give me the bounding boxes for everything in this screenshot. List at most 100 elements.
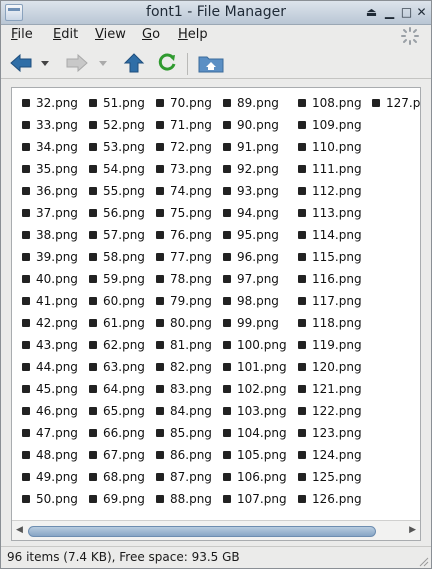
file-item[interactable]: 86.png	[148, 444, 212, 466]
file-item[interactable]: 51.png	[81, 92, 145, 114]
file-item[interactable]: 95.png	[215, 224, 279, 246]
file-item[interactable]: 91.png	[215, 136, 279, 158]
forward-button[interactable]	[65, 51, 89, 75]
file-item[interactable]: 53.png	[81, 136, 145, 158]
file-item[interactable]: 72.png	[148, 136, 212, 158]
close-icon[interactable]: ✕	[413, 4, 430, 21]
file-item[interactable]: 69.png	[81, 488, 145, 510]
file-item[interactable]: 83.png	[148, 378, 212, 400]
file-item[interactable]: 89.png	[215, 92, 279, 114]
file-item[interactable]: 59.png	[81, 268, 145, 290]
parent-folder-button[interactable]	[123, 51, 145, 75]
forward-history-dropdown[interactable]	[97, 51, 109, 75]
menu-edit[interactable]: Edit	[53, 27, 78, 42]
file-item[interactable]: 94.png	[215, 202, 279, 224]
scroll-right-icon[interactable]: ▶	[409, 525, 416, 535]
file-item[interactable]: 103.png	[215, 400, 287, 422]
horizontal-scrollbar[interactable]: ◀ ▶	[12, 520, 420, 540]
file-item[interactable]: 61.png	[81, 312, 145, 334]
file-item[interactable]: 116.png	[290, 268, 362, 290]
file-item[interactable]: 50.png	[14, 488, 78, 510]
file-item[interactable]: 97.png	[215, 268, 279, 290]
file-item[interactable]: 66.png	[81, 422, 145, 444]
resize-grip-icon[interactable]	[417, 555, 429, 567]
file-item[interactable]: 108.png	[290, 92, 362, 114]
file-item[interactable]: 75.png	[148, 202, 212, 224]
file-item[interactable]: 68.png	[81, 466, 145, 488]
file-item[interactable]: 74.png	[148, 180, 212, 202]
reload-button[interactable]	[156, 51, 178, 75]
file-item[interactable]: 101.png	[215, 356, 287, 378]
file-item[interactable]: 54.png	[81, 158, 145, 180]
file-item[interactable]: 117.png	[290, 290, 362, 312]
file-item[interactable]: 109.png	[290, 114, 362, 136]
file-item[interactable]: 73.png	[148, 158, 212, 180]
file-item[interactable]: 60.png	[81, 290, 145, 312]
file-item[interactable]: 47.png	[14, 422, 78, 444]
file-item[interactable]: 46.png	[14, 400, 78, 422]
file-item[interactable]: 114.png	[290, 224, 362, 246]
menu-go[interactable]: Go	[142, 27, 160, 42]
file-item[interactable]: 82.png	[148, 356, 212, 378]
menu-file[interactable]: File	[11, 27, 33, 42]
home-folder-button[interactable]	[198, 51, 224, 75]
file-item[interactable]: 90.png	[215, 114, 279, 136]
file-item[interactable]: 123.png	[290, 422, 362, 444]
file-item[interactable]: 48.png	[14, 444, 78, 466]
shade-window-icon[interactable]: ⏏	[363, 4, 380, 21]
file-item[interactable]: 49.png	[14, 466, 78, 488]
file-item[interactable]: 98.png	[215, 290, 279, 312]
file-item[interactable]: 70.png	[148, 92, 212, 114]
menu-help[interactable]: Help	[178, 27, 208, 42]
file-item[interactable]: 57.png	[81, 224, 145, 246]
file-item[interactable]: 102.png	[215, 378, 287, 400]
file-item[interactable]: 126.png	[290, 488, 362, 510]
file-item[interactable]: 55.png	[81, 180, 145, 202]
file-item[interactable]: 42.png	[14, 312, 78, 334]
menu-view[interactable]: View	[95, 27, 126, 42]
file-item[interactable]: 45.png	[14, 378, 78, 400]
title-bar[interactable]: font1 - File Manager ⏏ ▁ □ ✕	[1, 1, 431, 25]
back-button[interactable]	[9, 51, 33, 75]
scrollbar-thumb[interactable]	[28, 526, 376, 537]
file-item[interactable]: 43.png	[14, 334, 78, 356]
file-item[interactable]: 121.png	[290, 378, 362, 400]
file-item[interactable]: 81.png	[148, 334, 212, 356]
file-item[interactable]: 71.png	[148, 114, 212, 136]
back-history-dropdown[interactable]	[39, 51, 51, 75]
file-item[interactable]: 44.png	[14, 356, 78, 378]
file-item[interactable]: 104.png	[215, 422, 287, 444]
file-item[interactable]: 115.png	[290, 246, 362, 268]
minimize-icon[interactable]: ▁	[381, 4, 398, 21]
file-list-view[interactable]: 32.png 33.png 34.png 35.png 36.png 37.png 38.p…	[11, 87, 421, 541]
file-item[interactable]: 80.png	[148, 312, 212, 334]
file-item[interactable]: 67.png	[81, 444, 145, 466]
file-item[interactable]: 76.png	[148, 224, 212, 246]
file-item[interactable]: 62.png	[81, 334, 145, 356]
file-item[interactable]: 39.png	[14, 246, 78, 268]
file-item[interactable]: 34.png	[14, 136, 78, 158]
file-item[interactable]: 35.png	[14, 158, 78, 180]
file-item[interactable]: 124.png	[290, 444, 362, 466]
file-item[interactable]: 78.png	[148, 268, 212, 290]
file-item[interactable]: 56.png	[81, 202, 145, 224]
file-item[interactable]: 99.png	[215, 312, 279, 334]
file-item[interactable]: 65.png	[81, 400, 145, 422]
file-item[interactable]: 110.png	[290, 136, 362, 158]
file-item[interactable]: 37.png	[14, 202, 78, 224]
file-item[interactable]: 111.png	[290, 158, 362, 180]
file-item[interactable]: 112.png	[290, 180, 362, 202]
file-item[interactable]: 88.png	[148, 488, 212, 510]
file-item[interactable]: 85.png	[148, 422, 212, 444]
file-item[interactable]: 38.png	[14, 224, 78, 246]
file-item[interactable]: 40.png	[14, 268, 78, 290]
file-item[interactable]: 32.png	[14, 92, 78, 114]
file-item[interactable]: 105.png	[215, 444, 287, 466]
file-item[interactable]: 92.png	[215, 158, 279, 180]
file-item[interactable]: 87.png	[148, 466, 212, 488]
file-item[interactable]: 63.png	[81, 356, 145, 378]
file-item[interactable]: 100.png	[215, 334, 287, 356]
file-item[interactable]: 93.png	[215, 180, 279, 202]
file-item[interactable]: 64.png	[81, 378, 145, 400]
file-item[interactable]: 125.png	[290, 466, 362, 488]
